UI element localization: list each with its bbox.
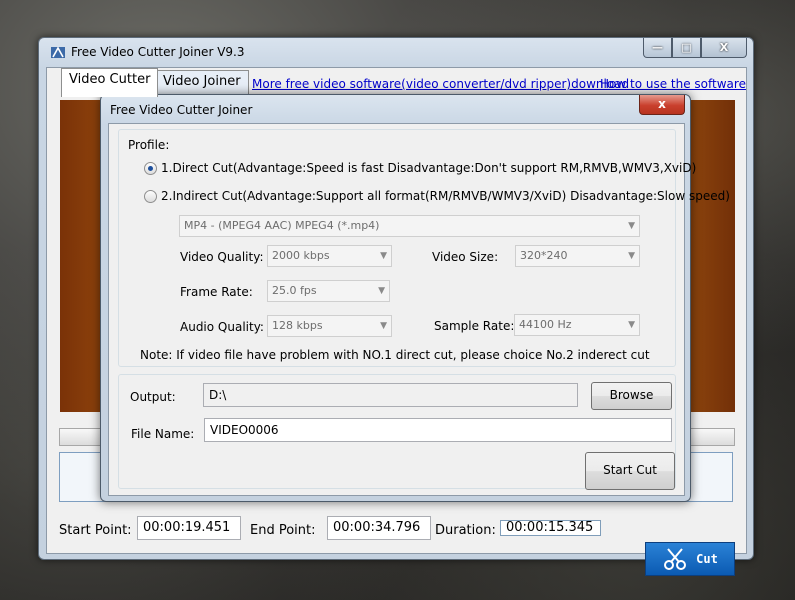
window-title: Free Video Cutter Joiner V9.3 [71,45,245,59]
audio-quality-value: 128 kbps [272,319,323,332]
app-icon [51,46,65,58]
dialog-close-button[interactable]: x [639,95,685,115]
audio-quality-label: Audio Quality: [180,320,264,334]
chevron-down-icon: ▼ [380,251,387,261]
sample-rate-label: Sample Rate: [434,319,515,333]
start-point-input[interactable]: 00:00:19.451 [137,516,241,540]
cut-button[interactable]: Cut [645,542,735,576]
note-text: Note: If video file have problem with NO… [140,348,650,362]
duration-label: Duration: [435,523,496,538]
start-cut-button[interactable]: Start Cut [585,452,675,490]
video-quality-value: 2000 kbps [272,249,330,262]
chevron-down-icon: ▼ [380,321,387,331]
format-value: MP4 - (MPEG4 AAC) MPEG4 (*.mp4) [184,219,380,232]
indirect-cut-radio[interactable] [144,190,157,203]
sample-rate-value: 44100 Hz [519,318,572,331]
more-software-link[interactable]: More free video software(video converter… [252,77,629,91]
tab-video-joiner[interactable]: Video Joiner [155,70,249,97]
video-quality-select[interactable]: 2000 kbps ▼ [267,245,392,267]
minimize-button[interactable]: — [643,38,672,58]
dialog-client-area: Profile: 1.Direct Cut(Advantage:Speed is… [108,123,730,496]
close-button[interactable]: X [701,38,747,58]
video-size-value: 320*240 [520,249,568,262]
chevron-down-icon: ▼ [628,320,635,330]
video-size-select[interactable]: 320*240 ▼ [515,245,640,267]
chevron-down-icon: ▼ [378,286,385,296]
file-name-input[interactable]: VIDEO0006 [204,418,672,442]
end-point-input[interactable]: 00:00:34.796 [327,516,431,540]
cut-label: Cut [696,552,718,566]
maximize-button[interactable]: □ [672,38,701,58]
indirect-cut-label[interactable]: 2.Indirect Cut(Advantage:Support all for… [161,189,730,203]
how-to-link[interactable]: How to use the software [600,77,746,91]
start-point-label: Start Point: [59,523,132,538]
output-path-field: D:\ [203,383,578,407]
direct-cut-label[interactable]: 1.Direct Cut(Advantage:Speed is fast Dis… [161,161,696,175]
video-size-label: Video Size: [432,250,499,264]
output-label: Output: [130,390,176,404]
end-point-label: End Point: [250,523,316,538]
chevron-down-icon: ▼ [628,251,635,261]
tab-video-cutter[interactable]: Video Cutter [61,68,159,97]
profile-label: Profile: [128,138,170,152]
format-select[interactable]: MP4 - (MPEG4 AAC) MPEG4 (*.mp4) ▼ [179,215,640,237]
browse-button[interactable]: Browse [591,382,672,410]
dialog-title: Free Video Cutter Joiner [110,103,253,117]
direct-cut-radio[interactable] [144,162,157,175]
chevron-down-icon: ▼ [628,221,635,231]
sample-rate-select[interactable]: 44100 Hz ▼ [514,314,640,336]
audio-quality-select[interactable]: 128 kbps ▼ [267,315,392,337]
window-controls: — □ X [643,38,747,58]
settings-dialog: Free Video Cutter Joiner x Profile: 1.Di… [100,94,730,502]
duration-value: 00:00:15.345 [500,520,601,536]
file-name-label: File Name: [131,427,195,441]
frame-rate-select[interactable]: 25.0 fps ▼ [267,280,390,302]
frame-rate-value: 25.0 fps [272,284,317,297]
frame-rate-label: Frame Rate: [180,285,253,299]
scissors-icon [664,548,687,570]
video-quality-label: Video Quality: [180,250,264,264]
